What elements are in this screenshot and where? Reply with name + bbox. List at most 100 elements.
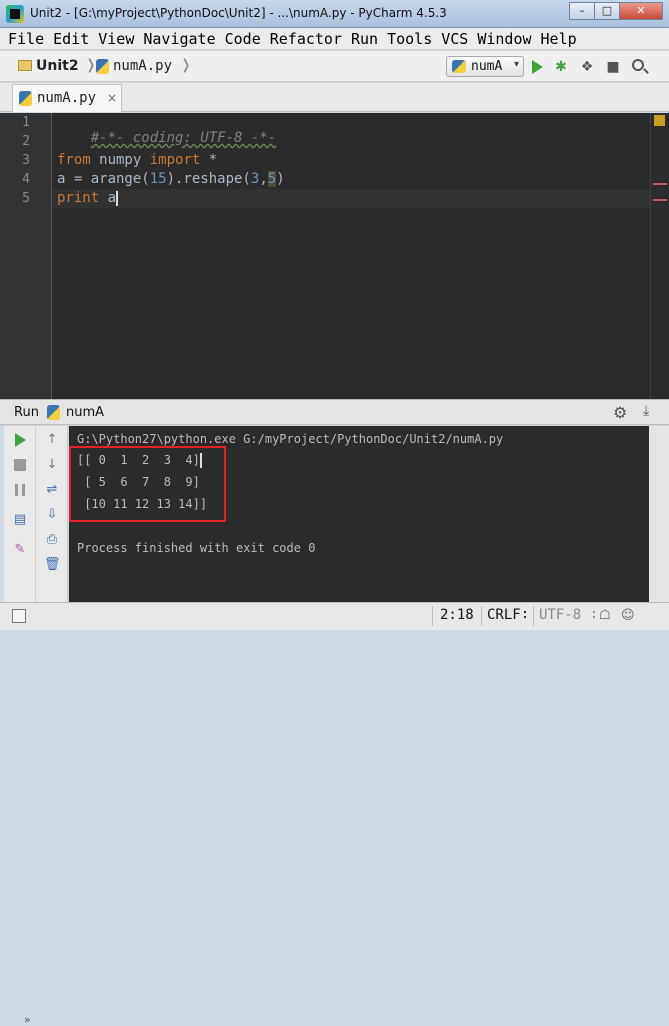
- error-marker[interactable]: [653, 183, 667, 185]
- clear-all-button[interactable]: 🗑: [44, 557, 61, 573]
- window-title-bar: Unit2 - [G:\myProject\PythonDoc\Unit2] -…: [0, 0, 669, 28]
- code-text: numpy: [90, 152, 150, 168]
- python-file-icon: [19, 91, 32, 106]
- dropdown-arrow-icon: ▾: [513, 59, 519, 70]
- debug-button[interactable]: ✱: [552, 58, 570, 76]
- number-literal: 15: [149, 171, 167, 187]
- text-caret: [116, 190, 119, 206]
- menu-file[interactable]: File: [8, 30, 44, 48]
- pin-icon: ✎: [14, 542, 26, 557]
- status-bar: 2:18 CRLF∶ UTF-8 ∶ ☖ ☺: [0, 602, 669, 630]
- soft-wrap-icon: ⇌: [46, 482, 58, 497]
- scroll-down-button[interactable]: ↓: [44, 457, 60, 473]
- bug-icon: ✱: [555, 59, 567, 75]
- play-icon: [532, 60, 543, 74]
- print-icon: ⎙: [46, 532, 58, 547]
- comment: #-*- coding: UTF-8 -*-: [90, 130, 277, 146]
- breadcrumb-file[interactable]: numA.py: [113, 58, 172, 74]
- pin-tab-button[interactable]: ✎: [12, 542, 28, 558]
- menu-help[interactable]: Help: [541, 30, 577, 48]
- inspector-icon[interactable]: ☺: [621, 608, 635, 623]
- close-tab-icon[interactable]: ×: [107, 91, 117, 105]
- editor-tab-numA[interactable]: numA.py ×: [12, 84, 122, 112]
- window-controls: – □ ✕: [569, 2, 663, 20]
- code-text: a: [99, 190, 117, 206]
- line-number: 1: [22, 115, 30, 130]
- menu-tools[interactable]: Tools: [387, 30, 432, 48]
- minimize-button[interactable]: –: [569, 2, 595, 20]
- console-scrollbar[interactable]: [649, 426, 669, 602]
- code-text: ): [276, 171, 285, 187]
- encoding-selector[interactable]: UTF-8 ∶: [539, 607, 598, 623]
- highlighted-number-literal: 5: [267, 171, 277, 187]
- layout-icon: ▤: [13, 512, 27, 527]
- run-tab-numA[interactable]: numA: [66, 405, 104, 420]
- keyword: from: [57, 152, 91, 168]
- rerun-button[interactable]: [12, 432, 28, 448]
- breadcrumb-separator-icon: ❭: [85, 57, 97, 73]
- scroll-to-end-button[interactable]: ⇩: [44, 507, 60, 523]
- menu-window[interactable]: Window: [477, 30, 531, 48]
- console-exit-message: Process finished with exit code 0: [77, 541, 316, 555]
- tool-windows-toggle-icon[interactable]: [12, 609, 26, 623]
- editor-tab-bar: numA.py ×: [0, 83, 669, 112]
- run-panel-title: Run: [14, 405, 39, 420]
- python-icon: [47, 405, 60, 420]
- current-line-highlight: [52, 189, 660, 208]
- stop-button[interactable]: ■: [604, 58, 622, 76]
- line-separator-selector[interactable]: CRLF∶: [487, 607, 529, 623]
- hide-panel-icon[interactable]: ⤓: [643, 403, 649, 419]
- soft-wrap-button[interactable]: ⇌: [44, 482, 60, 498]
- rerun-icon: [15, 433, 26, 447]
- close-window-button[interactable]: ✕: [619, 2, 663, 20]
- error-marker[interactable]: [653, 199, 667, 201]
- run-tool-window-header: Run numA ⚙ ⤓: [0, 399, 669, 425]
- breadcrumb-project[interactable]: Unit2: [36, 58, 79, 74]
- line-number: 4: [22, 172, 30, 187]
- keyword: print: [57, 190, 100, 206]
- lock-icon[interactable]: ☖: [599, 608, 611, 623]
- folder-icon: [18, 60, 32, 71]
- run-configuration-dropdown[interactable]: numA ▾: [446, 56, 524, 77]
- maximize-button[interactable]: □: [594, 2, 620, 20]
- caret-position[interactable]: 2:18: [440, 607, 474, 623]
- code-line-3: from numpy import *: [57, 152, 217, 168]
- run-button[interactable]: [528, 58, 546, 76]
- scroll-up-button[interactable]: ↑: [44, 432, 60, 448]
- code-text: ,: [259, 171, 268, 187]
- scroll-to-end-icon: ⇩: [46, 507, 58, 522]
- menu-view[interactable]: View: [98, 30, 134, 48]
- code-text: *: [200, 152, 218, 168]
- menu-code[interactable]: Code: [225, 30, 261, 48]
- stop-icon: [14, 459, 26, 471]
- menu-navigate[interactable]: Navigate: [143, 30, 215, 48]
- pause-button[interactable]: [12, 482, 28, 498]
- run-toolbar-secondary: ↑ ↓ ⇌ ⇩ ⎙ 🗑: [36, 426, 68, 602]
- code-editor[interactable]: 1 2 3 4 5 #-*- coding: UTF-8 -*- from nu…: [0, 113, 669, 399]
- menu-refactor[interactable]: Refactor: [270, 30, 342, 48]
- run-toolbar-primary: ▤ ✎ »: [4, 426, 36, 1026]
- line-number: 5: [22, 191, 30, 206]
- line-number: 3: [22, 153, 30, 168]
- code-text: a = arange(: [57, 171, 150, 187]
- console-command-line: G:\Python27\python.exe G:/myProject/Pyth…: [77, 432, 504, 446]
- keyword: import: [149, 152, 201, 168]
- code-line-5: print a: [57, 190, 119, 206]
- menu-run[interactable]: Run: [351, 30, 378, 48]
- stop-process-button[interactable]: [12, 457, 28, 473]
- highlight-annotation-box: [69, 446, 226, 522]
- run-coverage-button[interactable]: ❖: [578, 58, 596, 76]
- coverage-icon: ❖: [580, 59, 594, 75]
- menu-edit[interactable]: Edit: [53, 30, 89, 48]
- pycharm-logo-icon: [6, 5, 24, 23]
- warning-indicator-icon: [654, 115, 665, 126]
- print-button[interactable]: ⎙: [44, 532, 60, 548]
- arrow-up-icon: ↑: [46, 432, 58, 447]
- more-actions-icon[interactable]: »: [24, 1013, 31, 1026]
- gear-icon[interactable]: ⚙: [613, 403, 627, 422]
- breadcrumb-separator-icon: ❭: [180, 57, 192, 73]
- error-stripe[interactable]: [650, 113, 669, 399]
- restore-layout-button[interactable]: ▤: [12, 512, 28, 528]
- menu-vcs[interactable]: VCS: [441, 30, 468, 48]
- search-everywhere-button[interactable]: [630, 58, 648, 76]
